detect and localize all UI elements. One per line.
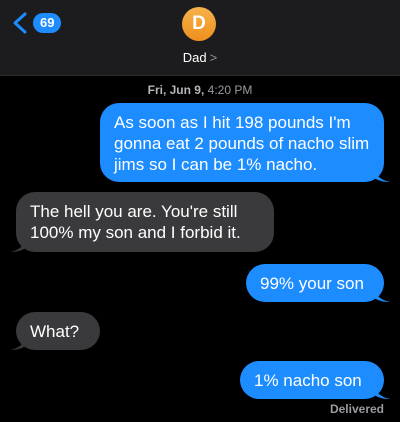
message-text: As soon as I hit 198 pounds I'm gonna ea… bbox=[114, 113, 370, 174]
timestamp-day: Fri, Jun 9, bbox=[147, 83, 205, 97]
sent-message-bubble[interactable]: 1% nacho son bbox=[240, 361, 390, 399]
message-text: The hell you are. You're still 100% my s… bbox=[30, 202, 241, 242]
contact-avatar[interactable]: D bbox=[182, 7, 216, 41]
delivery-status: Delivered bbox=[329, 402, 384, 416]
contact-name: Dad bbox=[182, 50, 207, 65]
timestamp-time: 4:20 PM bbox=[207, 83, 253, 97]
message-timestamp: Fri, Jun 9, 4:20 PM bbox=[0, 83, 400, 97]
chevron-left-icon bbox=[13, 12, 27, 34]
received-message-bubble[interactable]: The hell you are. You're still 100% my s… bbox=[10, 192, 274, 252]
message-text: 1% nacho son bbox=[254, 371, 362, 390]
message-text: What? bbox=[30, 322, 80, 341]
bubble-tail bbox=[372, 164, 390, 182]
message-text: 99% your son bbox=[260, 274, 364, 293]
sent-message-bubble[interactable]: As soon as I hit 198 pounds I'm gonna ea… bbox=[100, 103, 390, 182]
contact-name-button[interactable]: Dad > bbox=[0, 50, 400, 65]
bubble-tail bbox=[10, 332, 28, 350]
unread-count-badge: 69 bbox=[33, 13, 62, 33]
chevron-right-icon: > bbox=[209, 50, 218, 65]
bubble-tail bbox=[372, 381, 390, 399]
sent-message-bubble[interactable]: 99% your son bbox=[246, 264, 390, 302]
conversation-header: 69 D Dad > bbox=[0, 0, 400, 76]
bubble-tail bbox=[10, 234, 28, 252]
back-button[interactable]: 69 bbox=[10, 11, 62, 35]
bubble-tail bbox=[372, 284, 390, 302]
received-message-bubble[interactable]: What? bbox=[10, 312, 100, 350]
